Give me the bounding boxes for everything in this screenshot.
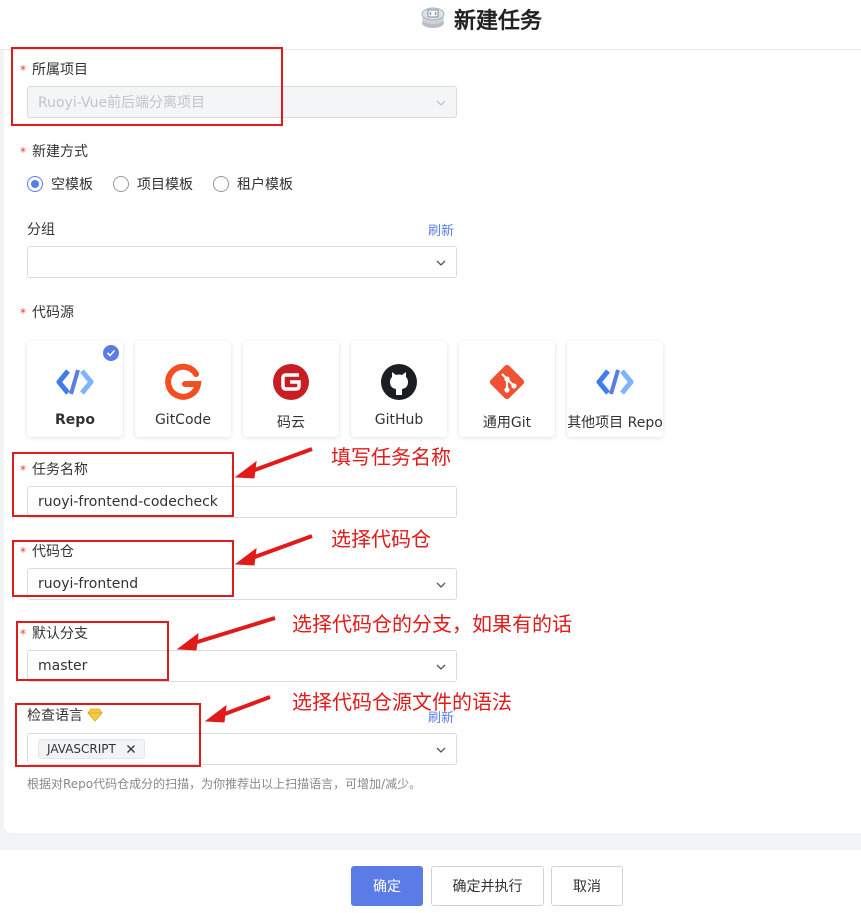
annotation-repo: 选择代码仓 — [331, 527, 431, 551]
annotation-language: 选择代码仓源文件的语法 — [292, 690, 512, 714]
confirm-and-run-button[interactable]: 确定并执行 — [431, 866, 544, 906]
annotation-task-name: 填写任务名称 — [331, 445, 451, 469]
annotation-branch: 选择代码仓的分支，如果有的话 — [292, 612, 572, 636]
cancel-button[interactable]: 取消 — [551, 866, 623, 906]
confirm-button[interactable]: 确定 — [351, 866, 423, 906]
footer-bar: 确定 确定并执行 取消 — [0, 850, 861, 913]
